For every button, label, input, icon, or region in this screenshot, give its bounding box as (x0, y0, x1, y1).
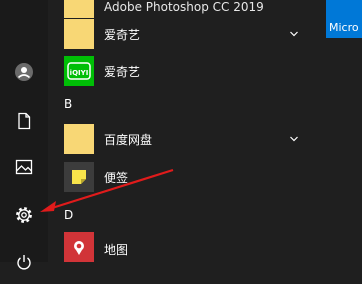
user-icon (15, 63, 33, 81)
app-label: 便签 (104, 171, 129, 185)
svg-text:iQIYI: iQIYI (70, 69, 89, 77)
iqiyi-app-icon: iQIYI (64, 56, 94, 86)
power-icon (17, 255, 31, 270)
documents-button[interactable] (0, 99, 48, 143)
live-tile-microsoft[interactable]: Micro (326, 0, 362, 38)
chevron-down-icon[interactable] (289, 29, 299, 39)
app-label: 地图 (104, 243, 129, 257)
settings-button[interactable] (0, 193, 48, 237)
list-item-baidu-folder[interactable]: 百度网盘 (48, 119, 310, 159)
app-label: Adobe Photoshop CC 2019 (104, 0, 264, 14)
list-item-maps[interactable]: 地图 (48, 229, 310, 269)
app-list: Adobe Photoshop CC 2019 爱奇艺 iQIYI 爱奇艺 B … (48, 0, 310, 262)
folder-icon (64, 19, 94, 49)
sticky-notes-icon (64, 162, 94, 192)
app-label: 爱奇艺 (104, 28, 141, 42)
pictures-icon (15, 159, 33, 175)
app-label: 百度网盘 (104, 133, 153, 147)
power-button[interactable] (0, 240, 48, 284)
maps-app-icon (64, 232, 94, 262)
tile-label: Micro (329, 21, 359, 34)
start-menu-rail (0, 0, 48, 270)
user-account-button[interactable] (0, 50, 48, 94)
iqiyi-logo-icon: iQIYI (67, 62, 91, 80)
list-item-aiqiyi-folder[interactable]: 爱奇艺 (48, 14, 310, 54)
pictures-button[interactable] (0, 145, 48, 189)
list-item-sticky-notes[interactable]: 便签 (48, 157, 310, 197)
list-item-aiqiyi-app[interactable]: iQIYI 爱奇艺 (48, 51, 310, 91)
app-label: 爱奇艺 (104, 65, 141, 79)
document-icon (18, 112, 31, 130)
settings-gear-icon (16, 207, 32, 223)
chevron-down-icon[interactable] (289, 134, 299, 144)
section-header-d[interactable]: D (64, 208, 73, 222)
section-header-b[interactable]: B (64, 97, 72, 111)
folder-icon (64, 124, 94, 154)
map-pin-icon (74, 241, 84, 255)
